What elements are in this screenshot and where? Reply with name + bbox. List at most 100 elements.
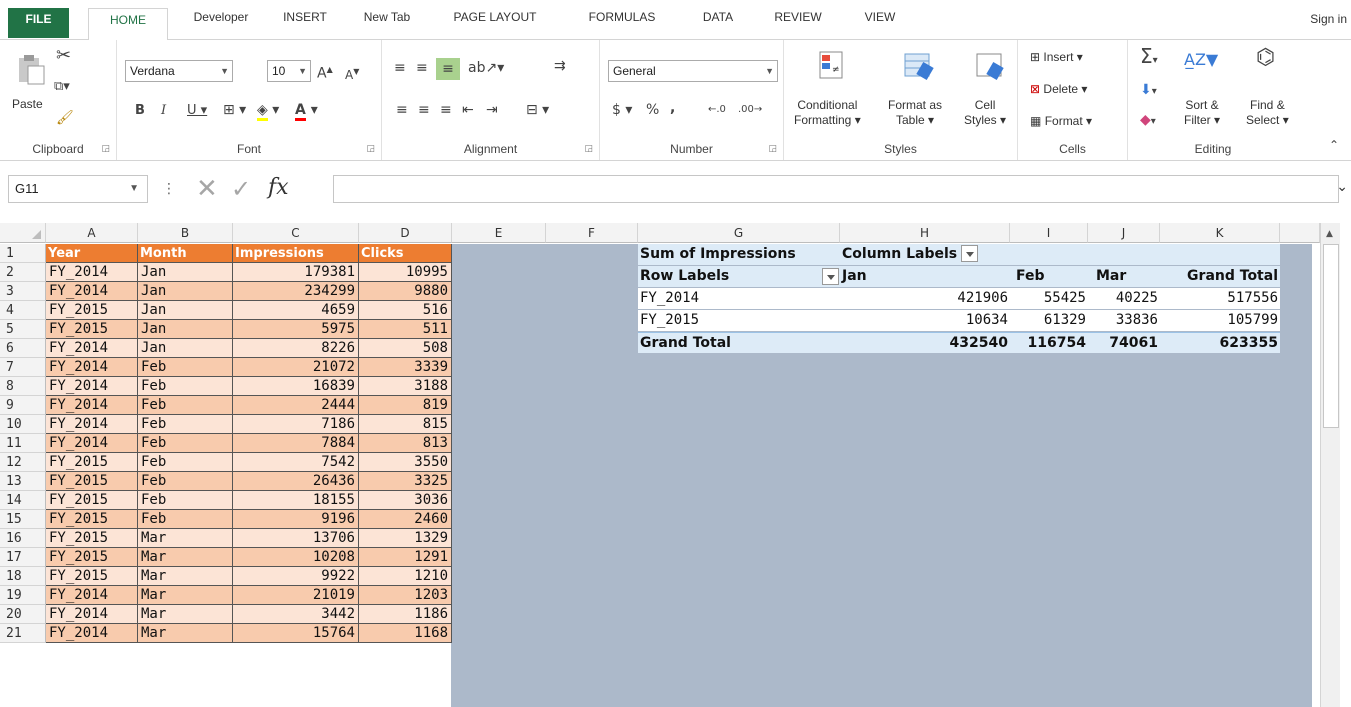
shrink-font-icon[interactable]: A▼ [345, 64, 359, 83]
row-header[interactable]: 12 [0, 453, 46, 472]
cut-icon[interactable]: ✂ [56, 47, 71, 65]
cell-month[interactable]: Jan [138, 263, 233, 282]
tab-data[interactable]: DATA [690, 10, 746, 40]
row-header[interactable]: 17 [0, 548, 46, 567]
increase-indent-icon[interactable]: ⇥ [486, 102, 498, 118]
pivot-value-cell[interactable]: 10634 [840, 310, 1010, 331]
cell-year[interactable]: FY_2014 [46, 415, 138, 434]
row-header[interactable]: 18 [0, 567, 46, 586]
cell-clicks[interactable]: 3188 [359, 377, 452, 396]
row-header[interactable]: 10 [0, 415, 46, 434]
cell-clicks[interactable]: 1329 [359, 529, 452, 548]
row-header[interactable]: 15 [0, 510, 46, 529]
row-header[interactable]: 9 [0, 396, 46, 415]
font-name-combo[interactable]: Verdana ▼ [125, 60, 233, 82]
cell-clicks[interactable]: 9880 [359, 282, 452, 301]
cell-impressions[interactable]: 3442 [233, 605, 359, 624]
column-header-i[interactable]: I [1010, 223, 1088, 243]
conditional-formatting-button[interactable]: Conditional Formatting ▾ [794, 98, 861, 128]
cell-clicks[interactable]: 1168 [359, 624, 452, 643]
pivot-value-label[interactable]: Sum of Impressions [638, 244, 840, 265]
tab-file[interactable]: FILE [8, 8, 69, 38]
scroll-up-icon[interactable]: ▲ [1326, 229, 1333, 239]
cell-impressions[interactable]: 26436 [233, 472, 359, 491]
cell-month[interactable]: Feb [138, 377, 233, 396]
expand-formula-bar-icon[interactable]: ⌄ [1336, 179, 1348, 195]
tab-formulas[interactable]: FORMULAS [574, 10, 670, 40]
cell-impressions[interactable]: 13706 [233, 529, 359, 548]
cell-year[interactable]: FY_2014 [46, 396, 138, 415]
tab-developer[interactable]: Developer [185, 10, 257, 40]
cell-impressions[interactable]: 9922 [233, 567, 359, 586]
cell-styles-button[interactable]: Cell Styles ▾ [964, 98, 1006, 128]
cell-month[interactable]: Feb [138, 453, 233, 472]
cell-impressions[interactable]: 18155 [233, 491, 359, 510]
cell-impressions[interactable]: 21019 [233, 586, 359, 605]
cell-clicks[interactable]: 1210 [359, 567, 452, 586]
row-header[interactable]: 1 [0, 244, 46, 263]
sort-filter-button[interactable]: Sort & Filter ▾ [1184, 98, 1220, 128]
pivot-row-label[interactable]: FY_2014 [638, 288, 840, 309]
cell-month[interactable]: Feb [138, 472, 233, 491]
table-header-month[interactable]: Month [138, 244, 233, 263]
cell-impressions[interactable]: 9196 [233, 510, 359, 529]
pivot-col-header-grand-total[interactable]: Grand Total [1160, 266, 1280, 287]
column-header-a[interactable]: A [46, 223, 138, 243]
cell-impressions[interactable]: 7186 [233, 415, 359, 434]
cell-impressions[interactable]: 2444 [233, 396, 359, 415]
cell-month[interactable]: Feb [138, 434, 233, 453]
cell-year[interactable]: FY_2014 [46, 339, 138, 358]
format-as-table-button[interactable]: Format as Table ▾ [888, 98, 942, 128]
decrease-indent-icon[interactable]: ⇤ [462, 102, 474, 118]
sign-in-link[interactable]: Sign in [1310, 12, 1347, 26]
cell-clicks[interactable]: 1291 [359, 548, 452, 567]
row-header[interactable]: 13 [0, 472, 46, 491]
orientation-icon[interactable]: ab↗▾ [468, 60, 504, 76]
row-header[interactable]: 6 [0, 339, 46, 358]
tab-insert[interactable]: INSERT [273, 10, 337, 40]
copy-icon[interactable]: ⧉▾ [54, 79, 70, 95]
cell-impressions[interactable]: 10208 [233, 548, 359, 567]
cell-year[interactable]: FY_2014 [46, 586, 138, 605]
row-header[interactable]: 11 [0, 434, 46, 453]
insert-cells-button[interactable]: ⊞ Insert ▾ [1030, 50, 1083, 65]
cell-year[interactable]: FY_2015 [46, 320, 138, 339]
find-select-button[interactable]: Find & Select ▾ [1246, 98, 1289, 128]
row-header[interactable]: 14 [0, 491, 46, 510]
top-align-icon[interactable]: ≡ [394, 60, 406, 76]
vertical-scrollbar[interactable]: ▲ [1320, 223, 1340, 707]
row-header[interactable]: 21 [0, 624, 46, 643]
pivot-grand-total-value[interactable]: 116754 [1010, 332, 1088, 353]
pivot-value-cell[interactable]: 421906 [840, 288, 1010, 309]
table-header-clicks[interactable]: Clicks [359, 244, 452, 263]
cell-month[interactable]: Mar [138, 624, 233, 643]
format-cells-button[interactable]: ▦ Format ▾ [1030, 114, 1092, 129]
column-header-c[interactable]: C [233, 223, 359, 243]
pivot-row-labels[interactable]: Row Labels [638, 266, 840, 287]
pivot-value-cell[interactable]: 40225 [1088, 288, 1160, 309]
cell-year[interactable]: FY_2014 [46, 605, 138, 624]
pivot-value-cell[interactable]: 55425 [1010, 288, 1088, 309]
pivot-grand-total-value[interactable]: 623355 [1160, 332, 1280, 353]
cell-year[interactable]: FY_2014 [46, 434, 138, 453]
enter-icon[interactable]: ✓ [231, 176, 251, 202]
pivot-col-header-feb[interactable]: Feb [1010, 266, 1088, 287]
percent-style-button[interactable]: % [646, 102, 659, 118]
cell-year[interactable]: FY_2014 [46, 282, 138, 301]
align-center-icon[interactable]: ≡ [418, 102, 430, 118]
table-header-year[interactable]: Year [46, 244, 138, 263]
cell-impressions[interactable]: 7542 [233, 453, 359, 472]
cell-month[interactable]: Feb [138, 510, 233, 529]
row-header[interactable]: 3 [0, 282, 46, 301]
font-size-combo[interactable]: 10 ▼ [267, 60, 311, 82]
collapse-ribbon-icon[interactable]: ⌃ [1329, 138, 1339, 152]
cell-month[interactable]: Mar [138, 529, 233, 548]
cell-clicks[interactable]: 516 [359, 301, 452, 320]
clear-icon[interactable]: ◆▾ [1140, 112, 1156, 130]
fill-color-icon[interactable]: ◈ ▾ [257, 102, 279, 121]
row-header[interactable]: 8 [0, 377, 46, 396]
pivot-column-labels[interactable]: Column Labels [840, 244, 1010, 265]
pivot-row-label[interactable]: FY_2015 [638, 310, 840, 331]
row-header[interactable]: 7 [0, 358, 46, 377]
pivot-grand-total-value[interactable]: 432540 [840, 332, 1010, 353]
